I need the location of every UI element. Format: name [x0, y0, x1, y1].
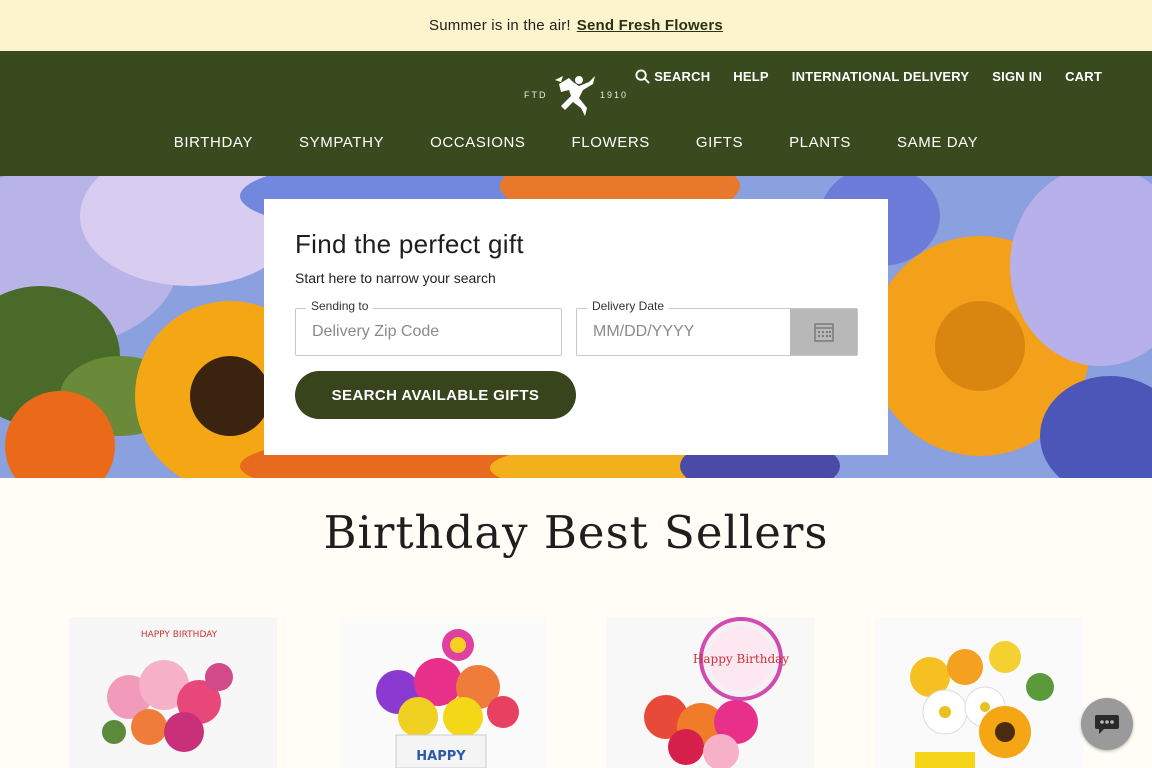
zip-code-field[interactable]: Sending to Delivery Zip Code [295, 299, 562, 356]
zip-code-placeholder: Delivery Zip Code [312, 323, 440, 340]
search-link[interactable]: SEARCH [635, 69, 710, 84]
utility-nav: SEARCH HELP INTERNATIONAL DELIVERY SIGN … [635, 69, 1102, 84]
finder-title: Find the perfect gift [295, 229, 524, 259]
gift-finder-card: Find the perfect gift Start here to narr… [264, 199, 888, 455]
cart-link[interactable]: CART [1065, 69, 1102, 84]
product-image-3: Happy Birthday [606, 617, 814, 768]
product-image-1: HAPPY BIRTHDAY [69, 617, 277, 768]
promo-message: Summer is in the air! [429, 17, 571, 34]
nav-birthday[interactable]: BIRTHDAY [174, 134, 253, 151]
product-image-4 [875, 617, 1083, 768]
delivery-date-field[interactable]: Delivery Date MM/DD/YYYY [576, 299, 858, 356]
international-delivery-link[interactable]: INTERNATIONAL DELIVERY [792, 69, 970, 84]
delivery-date-placeholder: MM/DD/YYYY [593, 323, 695, 340]
logo-left-text: FTD [524, 90, 548, 100]
nav-same-day[interactable]: SAME DAY [897, 134, 978, 151]
search-label: SEARCH [654, 69, 711, 84]
nav-occasions[interactable]: OCCASIONS [430, 134, 525, 151]
calendar-button[interactable] [790, 309, 857, 355]
logo-right-text: 1910 [599, 90, 628, 100]
promo-banner: Summer is in the air! Send Fresh Flowers [0, 0, 1152, 51]
finder-subtitle: Start here to narrow your search [295, 270, 496, 286]
calendar-icon [813, 323, 834, 342]
promo-link[interactable]: Send Fresh Flowers [577, 17, 723, 34]
product-2-vase-text: HAPPY [416, 749, 466, 764]
hero-banner: Find the perfect gift Start here to narr… [0, 176, 1152, 478]
delivery-date-label: Delivery Date [587, 299, 670, 313]
product-image-2: HAPPY [338, 617, 546, 768]
help-link[interactable]: HELP [733, 69, 768, 84]
nav-gifts[interactable]: GIFTS [696, 134, 743, 151]
section-title: Birthday Best Sellers [323, 506, 829, 559]
product-card-4[interactable] [875, 617, 1083, 768]
sign-in-link[interactable]: SIGN IN [992, 69, 1042, 84]
chat-button[interactable] [1081, 698, 1133, 750]
product-1-topper-text: HAPPY BIRTHDAY [141, 630, 218, 640]
search-icon [635, 69, 650, 84]
product-card-3[interactable]: Happy Birthday [606, 617, 814, 768]
site-header: FTD 1910 SEARCH HELP INTERNATIONAL DELIV… [0, 51, 1152, 176]
product-card-1[interactable]: HAPPY BIRTHDAY [69, 617, 277, 768]
product-card-2[interactable]: HAPPY [338, 617, 546, 768]
mercury-runner-icon [554, 76, 595, 116]
chat-icon [1095, 715, 1119, 734]
nav-sympathy[interactable]: SYMPATHY [299, 134, 384, 151]
zip-code-label: Sending to [306, 299, 374, 313]
nav-flowers[interactable]: FLOWERS [572, 134, 650, 151]
main-nav: BIRTHDAY SYMPATHY OCCASIONS FLOWERS GIFT… [0, 134, 1152, 151]
nav-plants[interactable]: PLANTS [789, 134, 851, 151]
ftd-logo[interactable]: FTD 1910 [524, 71, 628, 119]
finder-fields: Sending to Delivery Zip Code Delivery Da… [295, 299, 858, 356]
search-available-gifts-button[interactable]: SEARCH AVAILABLE GIFTS [295, 371, 576, 419]
product-3-balloon-text: Happy Birthday [693, 652, 789, 666]
